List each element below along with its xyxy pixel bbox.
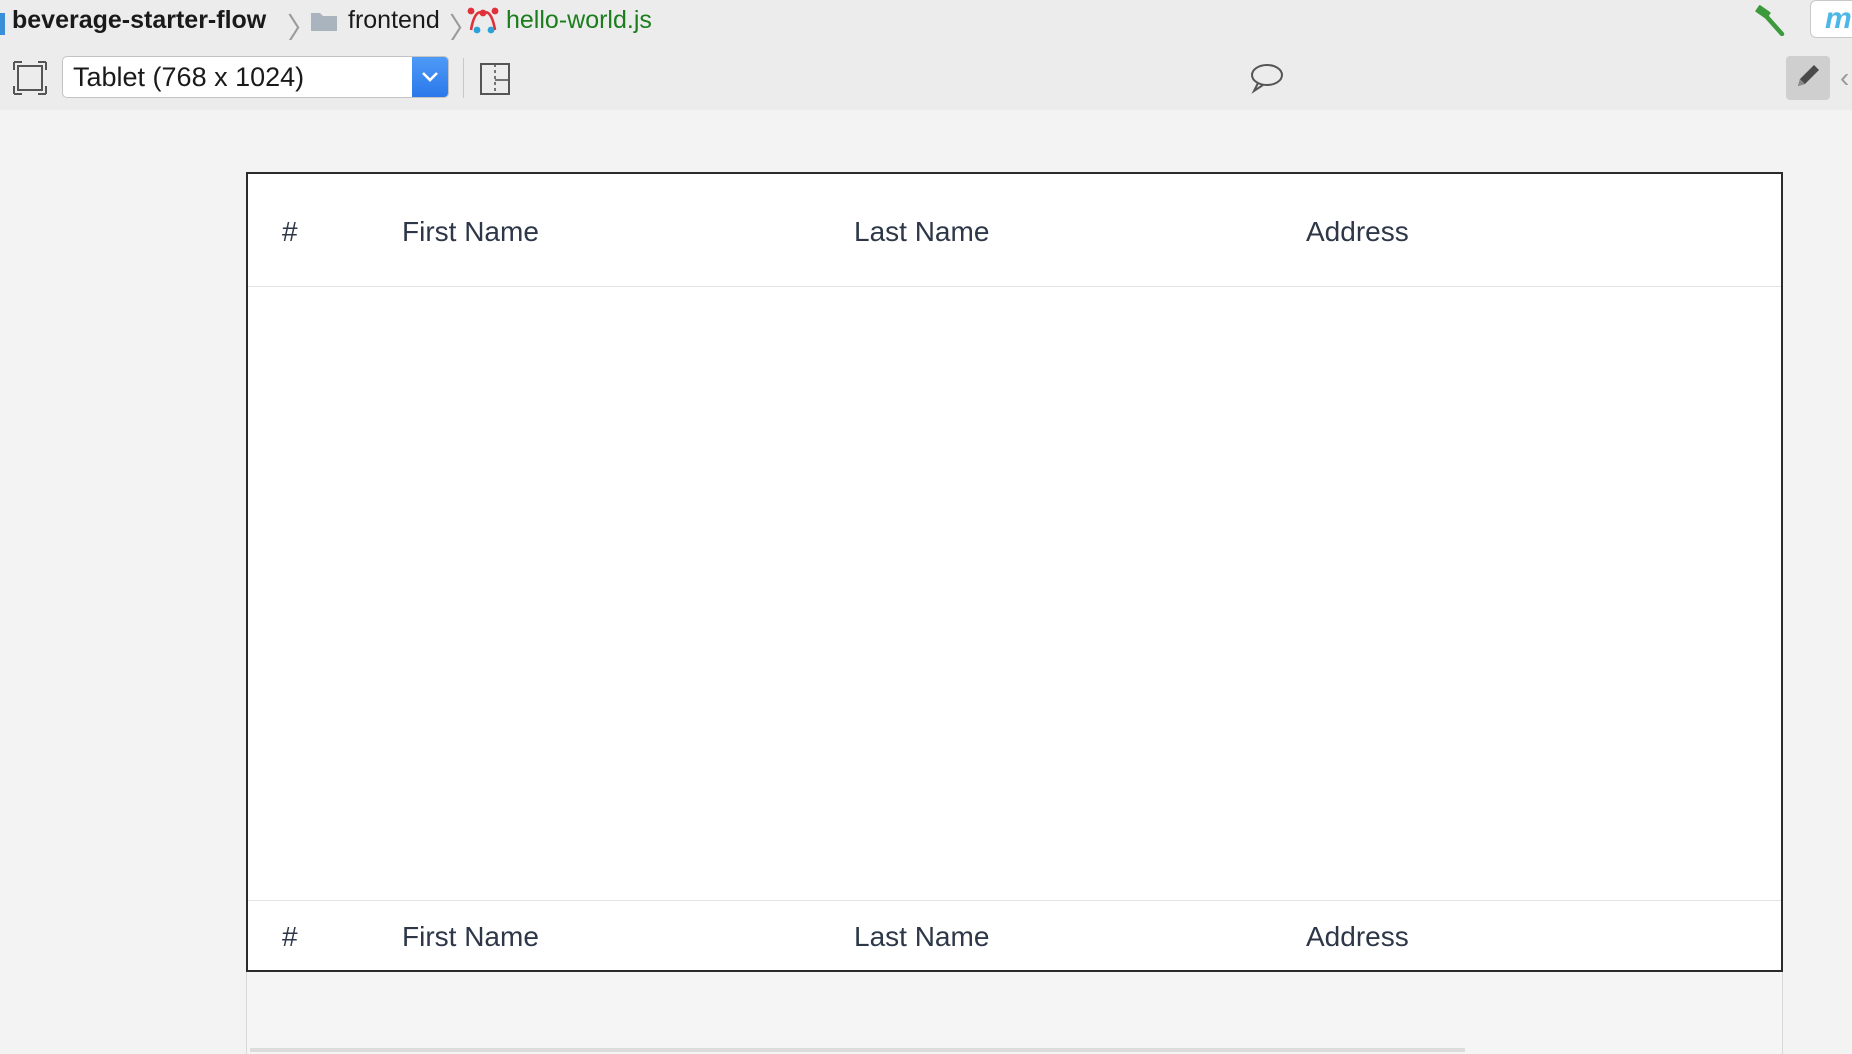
breadcrumb-file-label: hello-world.js — [506, 5, 652, 34]
preview-toolbar: Tablet (768 x 1024) ‹ — [0, 40, 1852, 110]
device-preview-overflow — [246, 972, 1783, 1054]
comment-icon[interactable] — [1248, 62, 1284, 94]
horizontal-scrollbar[interactable] — [250, 1048, 1465, 1052]
folder-icon — [310, 10, 338, 31]
column-header-last-name: Last Name — [854, 216, 990, 247]
chevron-down-icon[interactable] — [412, 57, 448, 97]
project-marker — [0, 13, 5, 35]
device-select[interactable]: Tablet (768 x 1024) — [62, 56, 449, 98]
js-file-icon — [466, 6, 500, 34]
breadcrumb-project-label: beverage-starter-flow — [12, 5, 267, 34]
plugin-tab-label: m — [1825, 2, 1852, 35]
breadcrumb-folder[interactable]: frontend — [310, 0, 440, 40]
column-footer-first-name: First Name — [402, 921, 539, 952]
column-header-first-name: First Name — [402, 216, 539, 247]
table-footer: # First Name Last Name Address — [248, 900, 1781, 973]
toolbar-divider — [463, 58, 464, 98]
chevron-left-icon[interactable]: ‹ — [1840, 62, 1849, 94]
column-footer-last-name: Last Name — [854, 921, 990, 952]
pencil-icon — [1793, 61, 1823, 96]
table-header: # First Name Last Name Address — [248, 174, 1781, 287]
column-header-address: Address — [1306, 216, 1409, 247]
device-preview-frame: # First Name Last Name Address # First N… — [246, 172, 1783, 972]
breadcrumb: beverage-starter-flow 〉 frontend 〉 hello… — [0, 0, 1852, 46]
breadcrumb-folder-label: frontend — [348, 5, 440, 34]
breadcrumb-project[interactable]: beverage-starter-flow — [12, 0, 266, 40]
breadcrumb-file[interactable]: hello-world.js — [466, 0, 652, 40]
hammer-icon[interactable] — [1752, 4, 1788, 37]
plugin-tab[interactable]: m — [1810, 0, 1852, 38]
column-header-number: # — [282, 216, 298, 247]
column-footer-number: # — [282, 921, 298, 952]
edit-button[interactable] — [1786, 56, 1830, 100]
table-body — [248, 287, 1781, 899]
frame-icon[interactable] — [12, 60, 48, 96]
rotate-icon[interactable] — [478, 60, 514, 98]
column-footer-address: Address — [1306, 921, 1409, 952]
device-select-value: Tablet (768 x 1024) — [73, 61, 305, 92]
